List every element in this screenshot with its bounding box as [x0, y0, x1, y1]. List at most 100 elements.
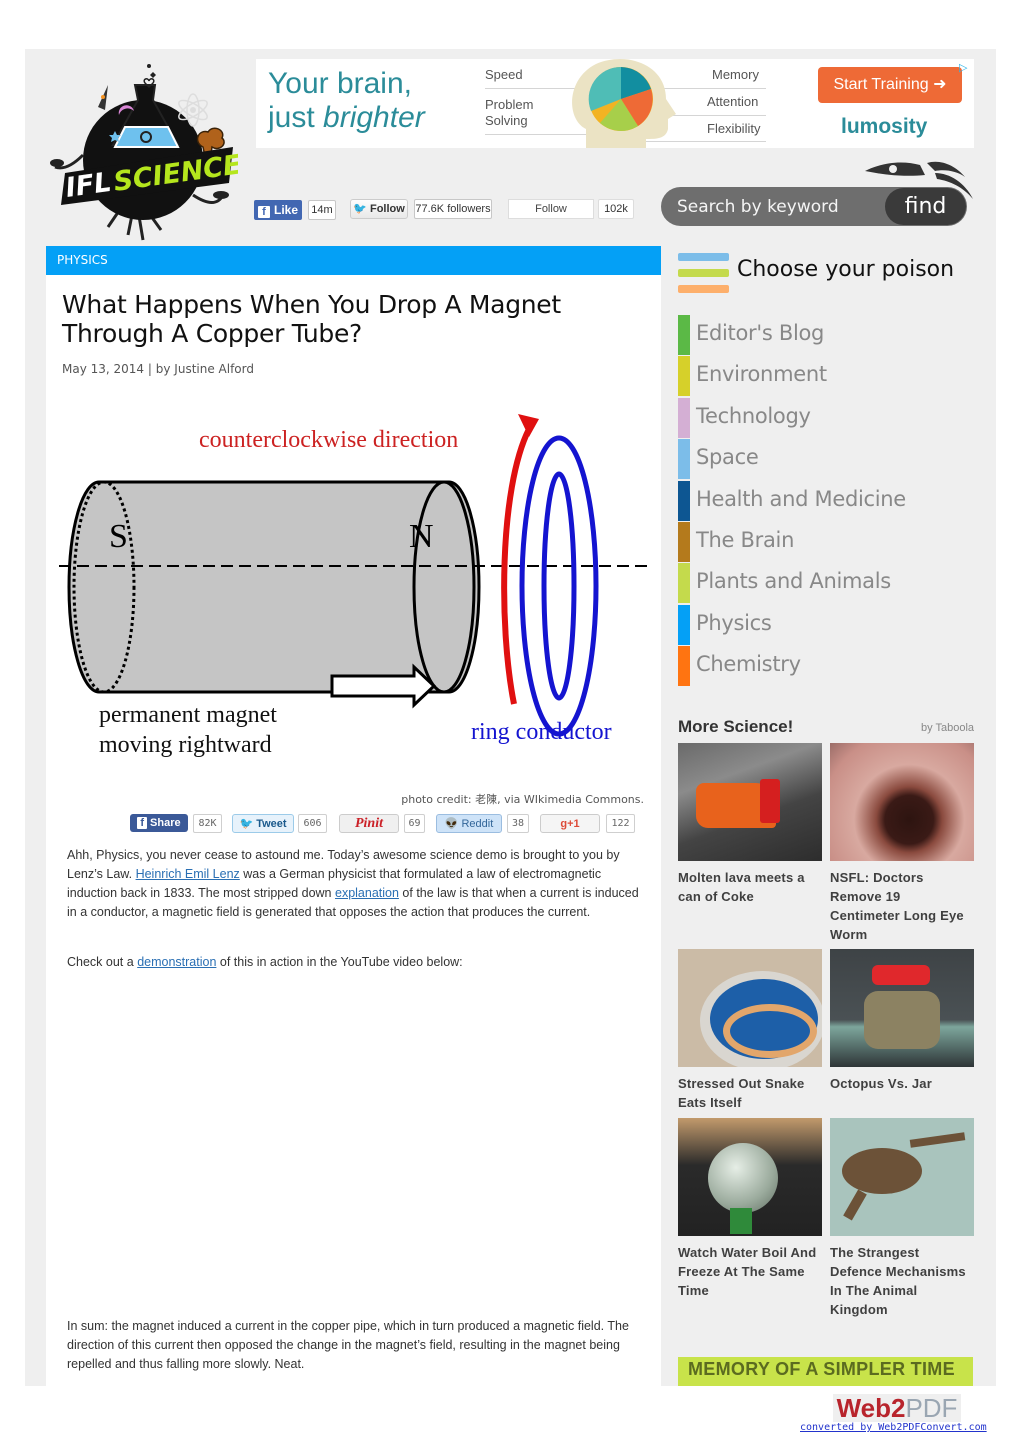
site-logo[interactable]: IFL SCIENCE!: [43, 55, 256, 245]
tile-thumbnail-snake: [678, 949, 822, 1067]
youtube-video-embed[interactable]: [67, 981, 647, 1301]
category-item-environment[interactable]: Environment: [678, 356, 978, 397]
recommended-tile[interactable]: The Strangest Defence Mechanisms In The …: [830, 1118, 974, 1319]
ifl-science-logo-icon: IFL SCIENCE!: [50, 64, 256, 241]
ad-label-attention: Attention: [707, 94, 759, 109]
category-swatch: [678, 604, 690, 645]
photo-credit: photo credit: 老陳, via WIkimedia Commons.: [401, 793, 644, 806]
recommended-tile[interactable]: Molten lava meets a can of Coke: [678, 743, 822, 906]
article: PHYSICS What Happens When You Drop A Mag…: [46, 246, 661, 1386]
google-plus-button[interactable]: g+1: [540, 814, 600, 833]
ad-label-speed: Speed: [485, 67, 523, 82]
ad-brand: lumosity: [841, 115, 928, 138]
article-paragraph-3: In sum: the magnet induced a current in …: [67, 1319, 629, 1371]
ad-label-solving: Solving: [485, 113, 528, 128]
poison-stripe: [678, 253, 729, 261]
article-date: May 13, 2014: [62, 362, 145, 376]
pinterest-button[interactable]: Pinit: [339, 814, 399, 833]
choose-poison-title: Choose your poison: [737, 257, 955, 282]
google-follow-button[interactable]: Follow: [508, 199, 594, 219]
category-item-chemistry[interactable]: Chemistry: [678, 646, 978, 687]
web2pdf-logo-b: PDF: [905, 1393, 958, 1423]
ad-label-memory: Memory: [712, 67, 759, 82]
facebook-like-button[interactable]: f Like: [254, 200, 302, 220]
recommended-tile[interactable]: Stressed Out Snake Eats Itself: [678, 949, 822, 1112]
article-paragraph-2: Check out a demonstration of this in act…: [67, 953, 647, 972]
tile-caption: NSFL: Doctors Remove 19 Centimeter Long …: [830, 870, 964, 942]
category-label: Environment: [696, 362, 827, 387]
category-label: Physics: [696, 610, 772, 635]
category-item-technology[interactable]: Technology: [678, 397, 978, 439]
facebook-share-button[interactable]: f Share: [130, 814, 188, 832]
category-item-space[interactable]: Space: [678, 439, 978, 480]
category-item-plants-and-animals[interactable]: Plants and Animals: [678, 563, 978, 604]
memory-ad-banner[interactable]: MEMORY OF A SIMPLER TIME: [678, 1357, 973, 1386]
twitter-followers-count: 77.6K followers: [414, 199, 492, 219]
twitter-bird-icon: 🐦: [239, 818, 254, 830]
category-swatch: [678, 521, 690, 562]
category-label: Health and Medicine: [696, 486, 906, 511]
explanation-link[interactable]: explanation: [335, 886, 399, 900]
category-item-the-brain[interactable]: The Brain: [678, 521, 978, 563]
poison-stripe: [678, 269, 729, 277]
ad-banner[interactable]: Your brain, just brighter Speed Problem …: [256, 59, 974, 148]
south-pole-label: S: [109, 518, 128, 555]
category-label: The Brain: [696, 527, 795, 552]
category-label: Space: [696, 445, 759, 470]
twitter-follow-button[interactable]: 🐦 Follow: [350, 199, 408, 219]
article-title: What Happens When You Drop A Magnet Thro…: [62, 290, 561, 348]
poison-stripe: [678, 285, 729, 293]
category-item-editors-blog[interactable]: Editor's Blog: [678, 315, 978, 356]
recommended-tile[interactable]: Watch Water Boil And Freeze At The Same …: [678, 1118, 822, 1300]
tile-caption: Watch Water Boil And Freeze At The Same …: [678, 1245, 817, 1298]
paragraph-text: of this in action in the YouTube video b…: [216, 955, 463, 969]
taboola-credit[interactable]: by Taboola: [921, 722, 974, 734]
twitter-bird-icon: 🐦: [353, 203, 367, 215]
tile-thumbnail-water-boil: [678, 1118, 822, 1236]
start-training-button[interactable]: Start Training ➜: [818, 67, 962, 103]
category-item-health-and-medicine[interactable]: Health and Medicine: [678, 480, 978, 522]
category-swatch: [678, 356, 690, 397]
category-label: Plants and Animals: [696, 569, 891, 594]
reddit-alien-icon: 👽: [444, 818, 459, 830]
demonstration-link[interactable]: demonstration: [137, 955, 216, 969]
tile-thumbnail-lava: [678, 743, 822, 861]
lenz-law-diagram: S N counterclockwise direction permanent…: [59, 389, 649, 769]
search-input[interactable]: [677, 195, 877, 219]
category-item-physics[interactable]: Physics: [678, 604, 978, 646]
web2pdf-logo-a: Web2: [836, 1393, 906, 1423]
category-bar[interactable]: PHYSICS: [46, 246, 661, 275]
recommended-tile[interactable]: NSFL: Doctors Remove 19 Centimeter Long …: [830, 743, 974, 944]
recommended-tile[interactable]: Octopus Vs. Jar: [830, 949, 974, 1093]
article-byline[interactable]: by Justine Alford: [156, 362, 254, 376]
tile-thumbnail-eye: [830, 743, 974, 861]
category-label: Editor's Blog: [696, 321, 825, 345]
more-science-title: More Science!: [678, 717, 794, 736]
tile-caption: The Strangest Defence Mechanisms In The …: [830, 1245, 966, 1317]
web2pdf-link[interactable]: converted by Web2PDFConvert.com: [800, 1422, 987, 1433]
reddit-count: 38: [507, 814, 529, 833]
tile-thumbnail-frog: [830, 1118, 974, 1236]
facebook-share-label: Share: [150, 817, 181, 829]
category-label: Technology: [696, 403, 811, 428]
reddit-button[interactable]: 👽 Reddit: [436, 814, 502, 833]
google-plus-count: 122: [606, 814, 635, 833]
lenz-link[interactable]: Heinrich Emil Lenz: [136, 867, 240, 881]
ad-headline-italic: brighter: [323, 101, 425, 134]
find-button[interactable]: find: [885, 188, 966, 225]
tweet-button[interactable]: 🐦 Tweet: [232, 814, 294, 833]
pinterest-count: 69: [404, 814, 425, 833]
facebook-like-label: Like: [274, 203, 299, 217]
web2pdf-logo[interactable]: Web2PDF: [833, 1394, 961, 1422]
facebook-like-count: 14m: [308, 200, 336, 220]
google-follow-count: 102k: [598, 199, 634, 219]
meta-separator: |: [147, 362, 152, 376]
adchoices-icon[interactable]: ▷: [959, 61, 967, 74]
tile-caption: Stressed Out Snake Eats Itself: [678, 1076, 805, 1110]
category-list: Editor's Blog Environment Technology Spa…: [678, 315, 978, 688]
page-background: IFL SCIENCE! Your brain, just brighter S…: [25, 49, 996, 1386]
category-swatch: [678, 397, 690, 438]
brain-pie-chart-icon: [572, 59, 676, 148]
tile-caption: Molten lava meets a can of Coke: [678, 870, 805, 904]
ad-headline-line2: just: [268, 101, 324, 134]
